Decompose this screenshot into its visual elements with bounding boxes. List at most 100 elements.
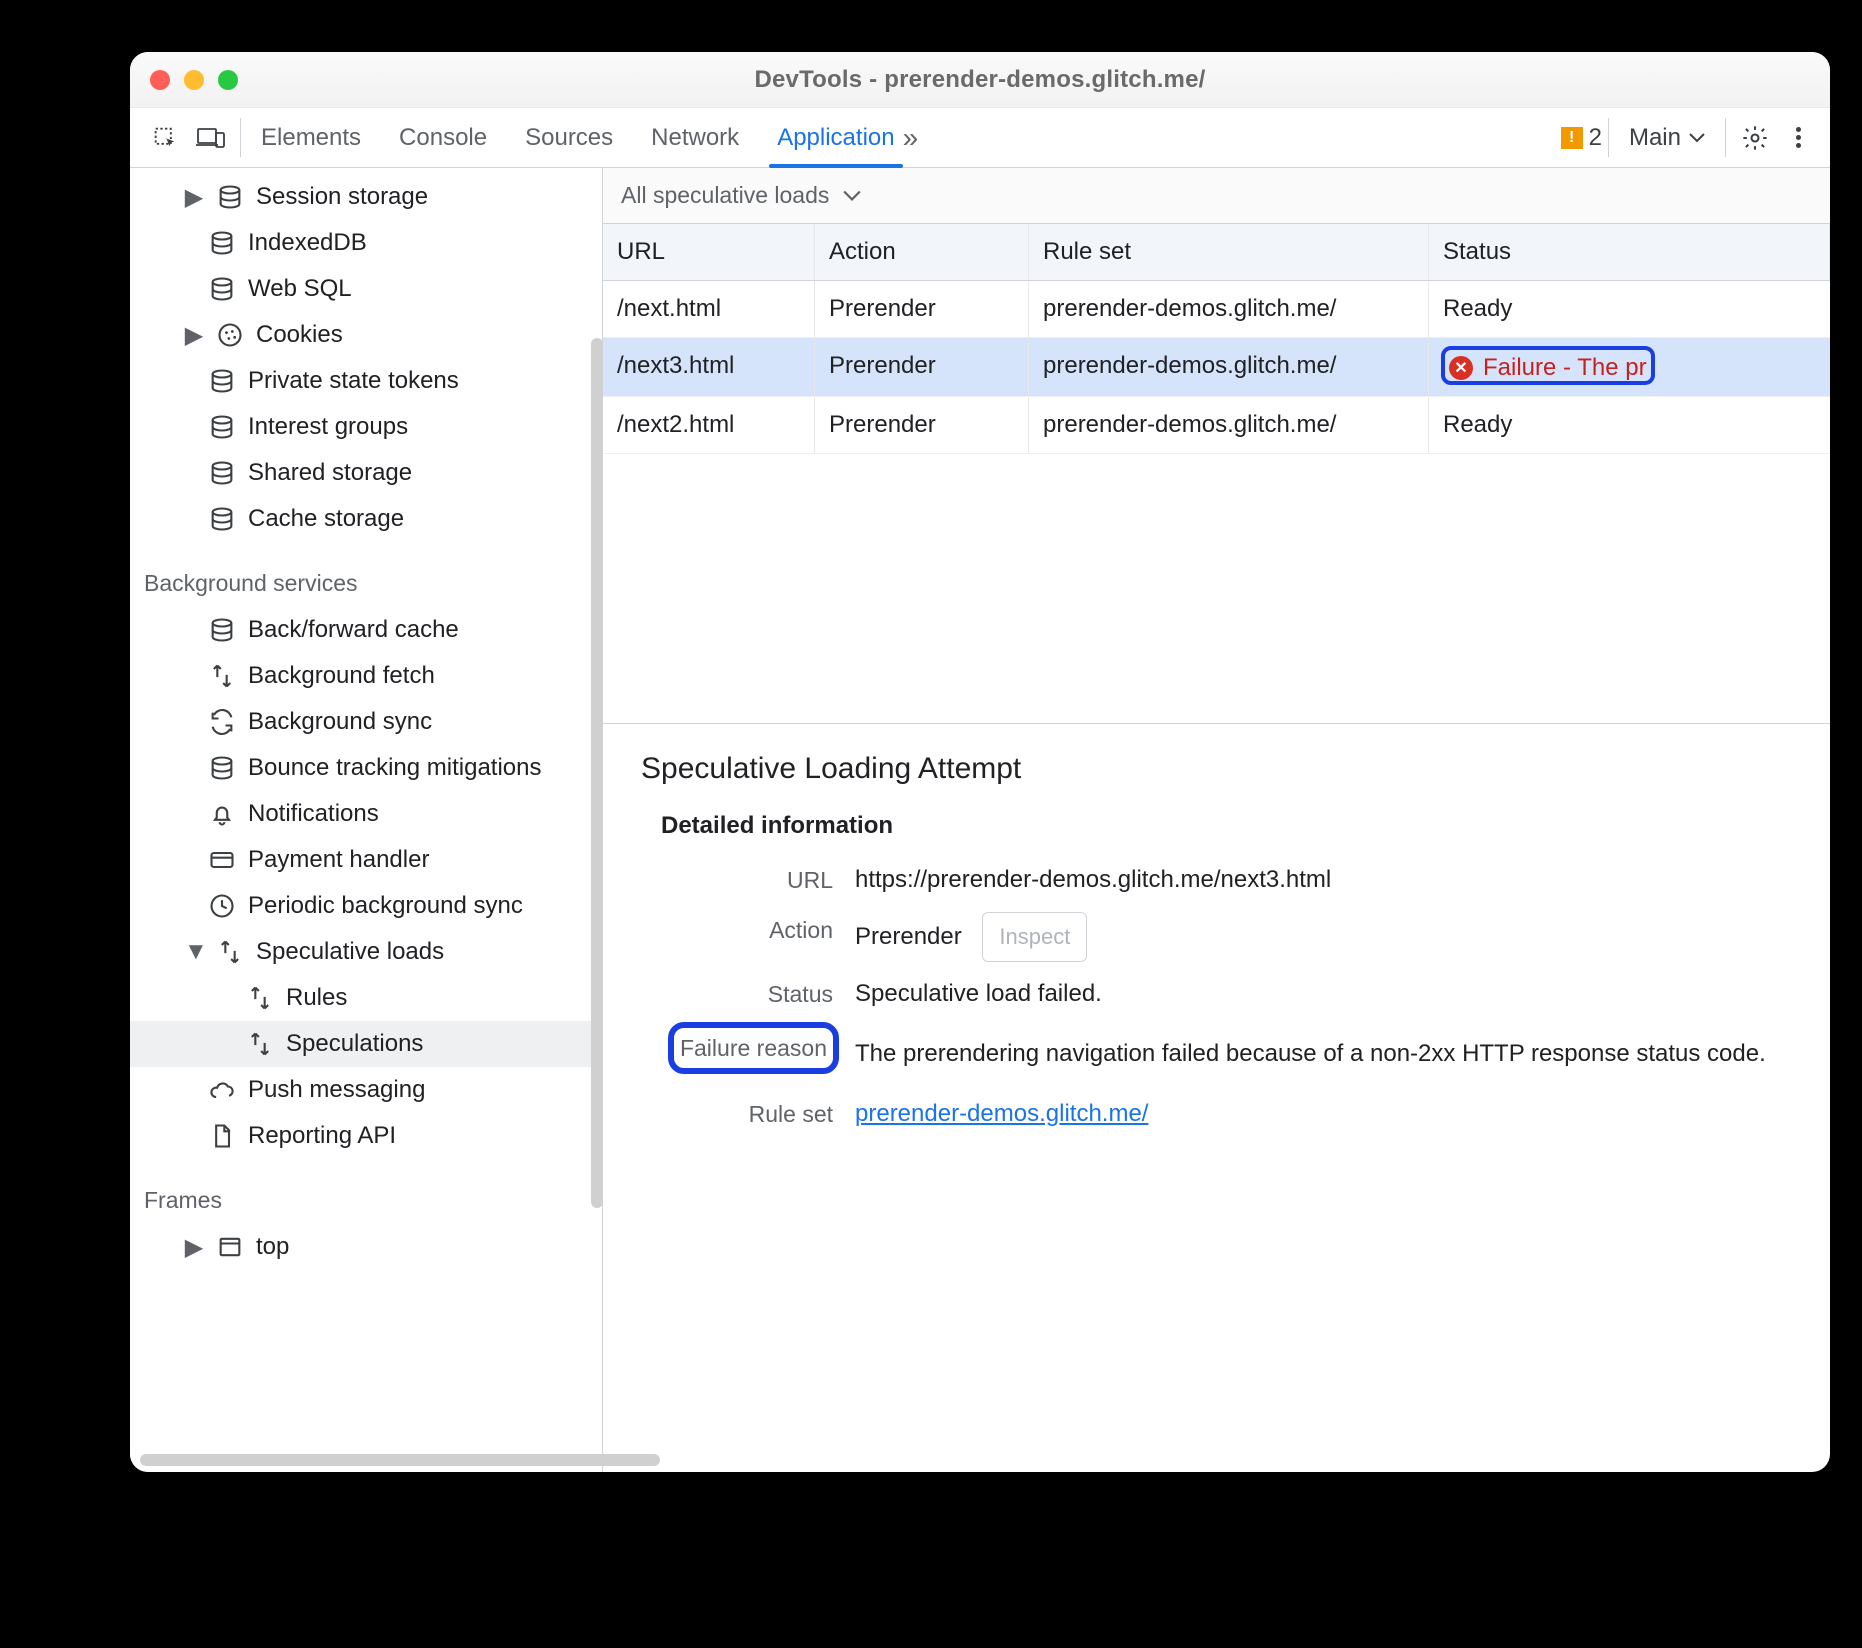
- column-action[interactable]: Action: [815, 224, 1029, 280]
- sidebar-horizontal-scrollbar[interactable]: [140, 1454, 660, 1466]
- target-selector[interactable]: Main: [1615, 108, 1719, 167]
- sidebar-item-shared-storage[interactable]: Shared storage: [130, 450, 602, 496]
- db-icon: [208, 505, 236, 533]
- ruleset-link[interactable]: prerender-demos.glitch.me/: [855, 1100, 1148, 1127]
- titlebar: DevTools - prerender-demos.glitch.me/: [130, 52, 1830, 108]
- detail-url-value: https://prerender-demos.glitch.me/next3.…: [855, 862, 1800, 898]
- sidebar-item-label: Private state tokens: [248, 367, 459, 395]
- details-section-title: Detailed information: [661, 812, 1800, 840]
- card-icon: [208, 846, 236, 874]
- sidebar-item-periodic-background-sync[interactable]: Periodic background sync: [130, 883, 602, 929]
- column-status[interactable]: Status: [1429, 224, 1830, 280]
- table-row[interactable]: /next.htmlPrerenderprerender-demos.glitc…: [603, 281, 1830, 338]
- detail-failure-label: Failure reason: [633, 1026, 833, 1070]
- inspect-button[interactable]: Inspect: [982, 912, 1087, 962]
- expand-toggle-icon[interactable]: ▶: [184, 1233, 204, 1262]
- chevron-down-icon: [843, 189, 861, 203]
- sidebar-item-background-fetch[interactable]: Background fetch: [130, 653, 602, 699]
- frame-icon: [216, 1233, 244, 1261]
- device-toolbar-icon[interactable]: [188, 108, 234, 167]
- sidebar-item-reporting-api[interactable]: Reporting API: [130, 1113, 602, 1159]
- sidebar-item-speculative-loads[interactable]: ▼ Speculative loads: [130, 929, 602, 975]
- sidebar-item-label: Session storage: [256, 183, 428, 211]
- sidebar-item-interest-groups[interactable]: Interest groups: [130, 404, 602, 450]
- column-url[interactable]: URL: [603, 224, 815, 280]
- column-rule-set[interactable]: Rule set: [1029, 224, 1429, 280]
- more-options-icon[interactable]: [1778, 108, 1818, 167]
- issues-count: 2: [1589, 124, 1602, 152]
- db-icon: [208, 616, 236, 644]
- inspect-element-icon[interactable]: [142, 108, 188, 167]
- sidebar-item-rules[interactable]: Rules: [130, 975, 602, 1021]
- bell-icon: [208, 800, 236, 828]
- detail-ruleset-label: Rule set: [633, 1096, 833, 1132]
- sidebar-item-payment-handler[interactable]: Payment handler: [130, 837, 602, 883]
- minimize-window-button[interactable]: [184, 70, 204, 90]
- tab-application[interactable]: Application: [773, 108, 898, 167]
- sidebar-item-label: IndexedDB: [248, 229, 367, 257]
- detail-action-label: Action: [633, 912, 833, 948]
- chevron-down-icon: [1689, 132, 1705, 144]
- expand-toggle-icon[interactable]: ▶: [184, 183, 204, 212]
- warning-icon: !: [1561, 127, 1583, 149]
- sidebar-item-label: top: [256, 1233, 289, 1261]
- sidebar-item-label: Speculations: [286, 1030, 423, 1058]
- sidebar-item-private-state-tokens[interactable]: Private state tokens: [130, 358, 602, 404]
- zoom-window-button[interactable]: [218, 70, 238, 90]
- fetch-icon: [216, 938, 244, 966]
- table-row[interactable]: /next2.htmlPrerenderprerender-demos.glit…: [603, 397, 1830, 454]
- status-text: Failure - The pr: [1483, 354, 1647, 382]
- sidebar-scrollbar[interactable]: [591, 338, 603, 1208]
- settings-icon[interactable]: [1732, 108, 1778, 167]
- sidebar-item-cache-storage[interactable]: Cache storage: [130, 496, 602, 542]
- fetch-icon: [246, 984, 274, 1012]
- expand-toggle-icon[interactable]: ▶: [184, 321, 204, 350]
- sidebar-group-background-services: Background services: [130, 542, 602, 607]
- table-cell: prerender-demos.glitch.me/: [1029, 397, 1429, 453]
- expand-toggle-icon[interactable]: ▼: [184, 938, 204, 966]
- status-cell: ✕Failure - The pr: [1429, 338, 1830, 396]
- window-controls: [150, 52, 238, 107]
- sidebar-item-top[interactable]: ▶ top: [130, 1224, 602, 1270]
- sidebar-item-bounce-tracking-mitigations[interactable]: Bounce tracking mitigations: [130, 745, 602, 791]
- sidebar-group-frames: Frames: [130, 1159, 602, 1224]
- tab-network[interactable]: Network: [647, 108, 743, 167]
- sidebar-item-web-sql[interactable]: Web SQL: [130, 266, 602, 312]
- details-heading: Speculative Loading Attempt: [641, 752, 1800, 786]
- table-cell: /next.html: [603, 281, 815, 337]
- detail-url-label: URL: [633, 862, 833, 898]
- status-cell: Ready: [1429, 281, 1830, 337]
- window-title: DevTools - prerender-demos.glitch.me/: [130, 66, 1830, 94]
- db-icon: [208, 367, 236, 395]
- sidebar-item-label: Background fetch: [248, 662, 435, 690]
- application-sidebar: ▶ Session storage IndexedDB Web SQL ▶Cookies…: [130, 168, 603, 1472]
- detail-status-value: Speculative load failed.: [855, 976, 1800, 1012]
- tab-sources[interactable]: Sources: [521, 108, 617, 167]
- sidebar-item-label: Web SQL: [248, 275, 352, 303]
- table-cell: Prerender: [815, 338, 1029, 396]
- sidebar-item-label: Shared storage: [248, 459, 412, 487]
- tab-console[interactable]: Console: [395, 108, 491, 167]
- db-icon: [208, 754, 236, 782]
- sidebar-item-label: Reporting API: [248, 1122, 396, 1150]
- close-window-button[interactable]: [150, 70, 170, 90]
- sidebar-item-session-storage[interactable]: ▶ Session storage: [130, 174, 602, 220]
- sidebar-item-notifications[interactable]: Notifications: [130, 791, 602, 837]
- sidebar-item-background-sync[interactable]: Background sync: [130, 699, 602, 745]
- sidebar-item-speculations[interactable]: Speculations: [130, 1021, 602, 1067]
- sidebar-item-cookies[interactable]: ▶Cookies: [130, 312, 602, 358]
- devtools-window: DevTools - prerender-demos.glitch.me/ El…: [130, 52, 1830, 1472]
- sidebar-item-label: Bounce tracking mitigations: [248, 754, 541, 782]
- sidebar-item-back-forward-cache[interactable]: Back/forward cache: [130, 607, 602, 653]
- table-row[interactable]: /next3.htmlPrerenderprerender-demos.glit…: [603, 338, 1830, 397]
- speculations-filter-bar[interactable]: All speculative loads: [603, 168, 1830, 224]
- sidebar-item-push-messaging[interactable]: Push messaging: [130, 1067, 602, 1113]
- tabs-overflow-button[interactable]: »: [899, 108, 923, 167]
- tab-elements[interactable]: Elements: [257, 108, 365, 167]
- issues-counter[interactable]: ! 2: [1561, 108, 1602, 167]
- sidebar-item-indexeddb[interactable]: IndexedDB: [130, 220, 602, 266]
- sidebar-item-label: Speculative loads: [256, 938, 444, 966]
- sidebar-item-label: Rules: [286, 984, 347, 1012]
- sidebar-item-label: Cache storage: [248, 505, 404, 533]
- table-cell: /next2.html: [603, 397, 815, 453]
